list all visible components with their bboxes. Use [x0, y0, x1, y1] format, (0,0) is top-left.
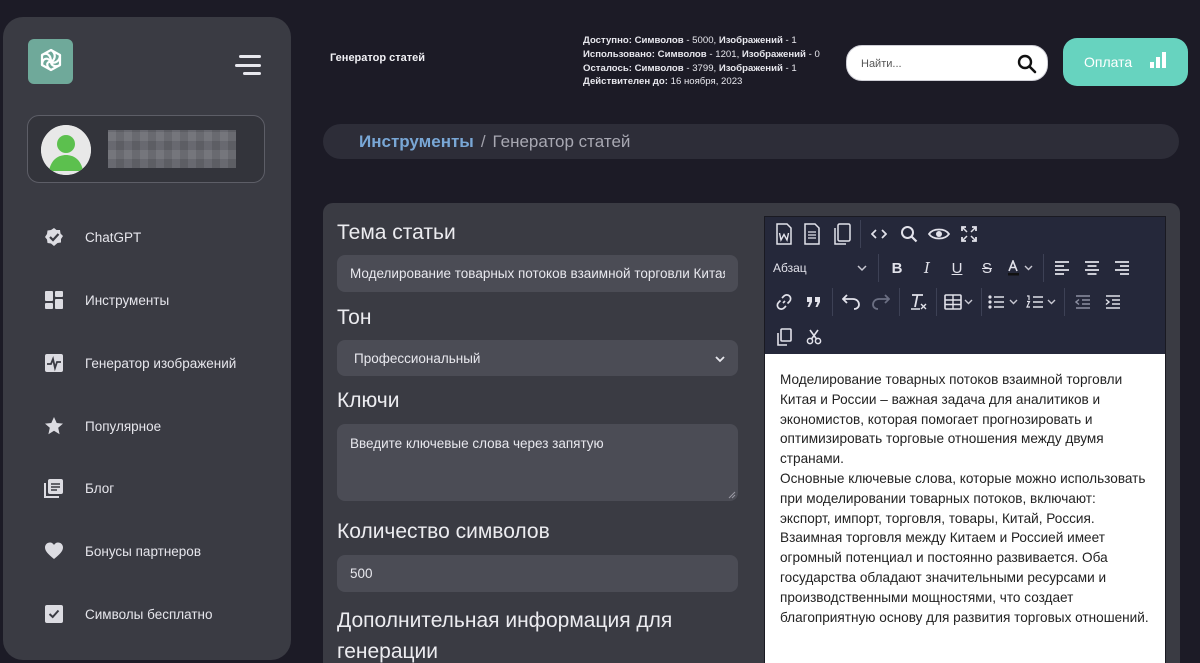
blog-icon [43, 477, 65, 499]
search-box [846, 45, 1048, 81]
stats-available: Доступно: Символов - 5000, Изображений -… [583, 35, 797, 46]
article-generator-panel: Тема статьи Тон Профессиональный Ключи В… [323, 203, 1180, 663]
word-doc-icon[interactable] [771, 220, 797, 248]
sidebar-item-chatgpt[interactable]: ChatGPT [43, 224, 273, 250]
blockquote-icon[interactable] [799, 288, 829, 316]
align-center-icon[interactable] [1077, 254, 1107, 282]
rich-text-editor: Абзац B I U S Моделирование товарных пот… [764, 216, 1166, 663]
bar-chart-icon [1149, 51, 1167, 74]
sidebar-item-label: Инструменты [85, 292, 170, 308]
editor-paragraph: Моделирование товарных потоков взаимной … [780, 372, 1123, 467]
search-icon[interactable] [894, 220, 924, 248]
chevron-down-icon [715, 351, 725, 366]
pay-button[interactable]: Оплата [1063, 38, 1188, 86]
editor-content[interactable]: Моделирование товарных потоков взаимной … [765, 354, 1165, 663]
table-icon[interactable] [940, 288, 978, 316]
text-color-icon[interactable] [1002, 254, 1040, 282]
tone-label: Тон [337, 306, 372, 329]
editor-toolbar-row-3 [765, 285, 1165, 319]
chars-input[interactable] [337, 555, 738, 592]
outdent-icon[interactable] [1068, 288, 1098, 316]
breadcrumb: Инструменты / Генератор статей [323, 124, 1179, 159]
sidebar-item-blog[interactable]: Блог [43, 475, 273, 501]
avatar [41, 125, 91, 175]
underline-icon[interactable]: U [942, 254, 972, 282]
sidebar-item-popular[interactable]: Популярное [43, 413, 273, 439]
document-icon[interactable] [797, 220, 827, 248]
sidebar-item-tools[interactable]: Инструменты [43, 287, 273, 313]
check-badge-icon [43, 226, 65, 248]
sidebar-item-label: Генератор изображений [85, 355, 237, 371]
bold-icon[interactable]: B [882, 254, 912, 282]
fullscreen-icon[interactable] [954, 220, 984, 248]
topic-input[interactable] [337, 255, 738, 292]
extra-info-label: Дополнительная информация для генерации [337, 609, 673, 663]
sidebar-item-label: Блог [85, 480, 115, 496]
tone-select[interactable]: Профессиональный [337, 340, 738, 376]
redo-icon[interactable] [866, 288, 896, 316]
sidebar-item-label: Бонусы партнеров [85, 543, 201, 559]
grid-icon [43, 289, 65, 311]
user-profile-card[interactable] [27, 115, 265, 183]
sidebar: ChatGPT Инструменты Генератор изображени… [3, 17, 291, 660]
page-name: Генератор статей [330, 52, 426, 64]
pulse-image-icon [43, 352, 65, 374]
sidebar-item-free-symbols[interactable]: Символы бесплатно [43, 601, 273, 627]
resize-handle-icon[interactable] [728, 491, 736, 499]
editor-toolbar-row-4 [765, 319, 1165, 354]
search-icon[interactable] [1017, 54, 1037, 74]
heart-icon [43, 540, 65, 562]
strikethrough-icon[interactable]: S [972, 254, 1002, 282]
clear-format-icon[interactable] [903, 288, 933, 316]
checkbox-icon [43, 603, 65, 625]
sidebar-item-label: Символы бесплатно [85, 606, 213, 622]
editor-paragraph: Взаимная торговля между Китаем и Россией… [780, 530, 1149, 625]
pay-button-label: Оплата [1084, 54, 1133, 70]
stats-used: Использовано: Символов - 1201, Изображен… [583, 48, 820, 60]
stats-remaining: Осталось: Символов - 3799, Изображений -… [583, 62, 797, 74]
stats-valid-until: Действителен до: 16 ноября, 2023 [583, 76, 743, 88]
tone-select-value: Профессиональный [354, 350, 481, 366]
keys-placeholder: Введите ключевые слова через запятую [350, 436, 604, 451]
link-icon[interactable] [769, 288, 799, 316]
sidebar-item-partner-bonuses[interactable]: Бонусы партнеров [43, 538, 273, 564]
italic-icon[interactable]: I [912, 254, 942, 282]
editor-toolbar-row-2: Абзац B I U S [765, 251, 1165, 285]
align-right-icon[interactable] [1107, 254, 1137, 282]
editor-toolbar-row-1 [765, 217, 1165, 251]
breadcrumb-current: Генератор статей [492, 131, 631, 151]
cut-icon[interactable] [799, 323, 829, 351]
openai-logo-icon[interactable] [28, 39, 73, 84]
breadcrumb-link-tools[interactable]: Инструменты [359, 132, 474, 152]
username-redacted [108, 130, 236, 168]
search-input[interactable] [861, 55, 1011, 73]
format-select-value: Абзац [773, 261, 807, 275]
sidebar-item-label: ChatGPT [85, 229, 142, 245]
bullet-list-icon[interactable] [985, 288, 1023, 316]
chevron-down-icon [857, 264, 867, 271]
chars-label: Количество символов [337, 520, 550, 543]
usage-stats: Доступно: Символов - 5000, Изображений -… [583, 34, 820, 89]
sidebar-item-label: Популярное [85, 418, 162, 434]
numbered-list-icon[interactable] [1023, 288, 1061, 316]
preview-eye-icon[interactable] [924, 220, 954, 248]
copy-icon[interactable] [769, 323, 799, 351]
align-left-icon[interactable] [1047, 254, 1077, 282]
breadcrumb-separator: / [480, 131, 486, 151]
star-icon [43, 415, 65, 437]
sidebar-item-image-generator[interactable]: Генератор изображений [43, 350, 273, 376]
undo-icon[interactable] [836, 288, 866, 316]
copy-pages-icon[interactable] [827, 220, 857, 248]
topic-label: Тема статьи [337, 221, 456, 244]
menu-toggle-icon[interactable] [235, 55, 261, 75]
keys-textarea[interactable]: Введите ключевые слова через запятую [337, 424, 738, 501]
indent-icon[interactable] [1098, 288, 1128, 316]
keys-label: Ключи [337, 389, 400, 412]
editor-paragraph: Основные ключевые слова, которые можно и… [780, 470, 1146, 526]
format-select[interactable]: Абзац [765, 254, 875, 282]
source-code-icon[interactable] [864, 220, 894, 248]
